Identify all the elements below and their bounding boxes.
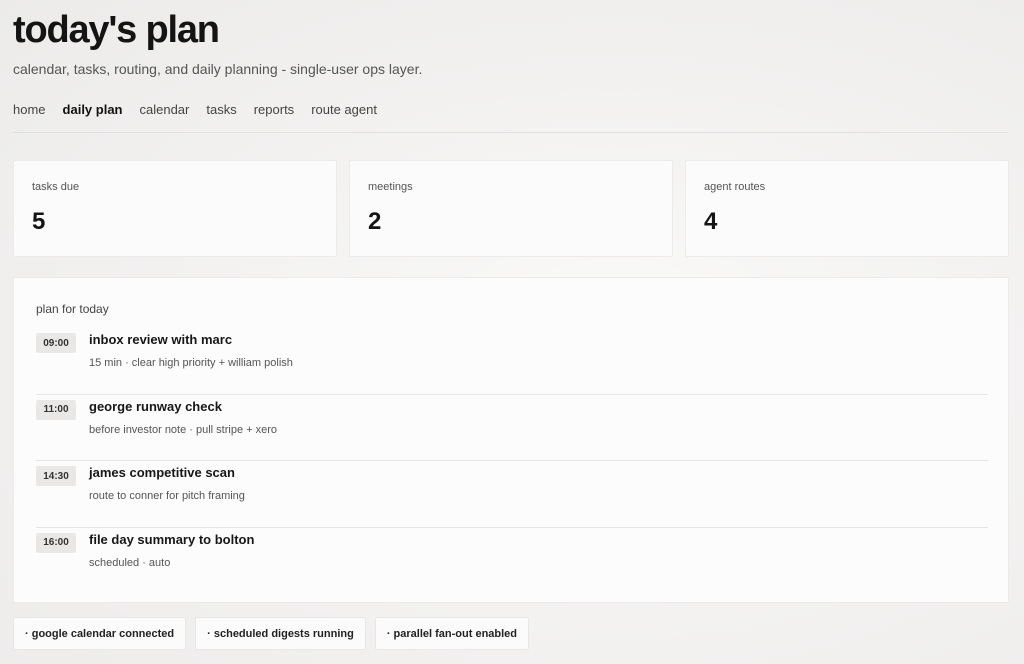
plan-item[interactable]: 11:00 george runway check before investo… [36,395,988,461]
header-divider [13,132,1008,133]
nav-item-reports[interactable]: reports [254,102,294,117]
time-badge: 16:00 [36,532,76,553]
stat-label: tasks due [32,181,80,193]
plan-item-title: inbox review with marc [89,332,233,347]
stat-card-meetings: meetings 2 [349,160,673,257]
stat-card-agent-routes: agent routes 4 [685,160,1009,257]
stats-row: tasks due 5 meetings 2 agent routes 4 [13,160,1009,257]
plan-item[interactable]: 16:00 file day summary to bolton schedul… [36,528,988,595]
plan-item-detail: scheduled · auto [89,556,171,569]
plan-list: 09:00 inbox review with marc 15 min · cl… [36,328,988,594]
status-chip-digests: · scheduled digests running [195,617,366,650]
plan-item-detail: route to conner for pitch framing [89,490,245,502]
plan-item-detail: 15 min · clear high priority + william p… [89,357,293,369]
stat-label: agent routes [704,181,766,193]
page-title: today's plan [13,9,220,51]
main-nav: home daily plan calendar tasks reports r… [13,102,377,117]
stat-value: 2 [368,208,382,235]
plan-item[interactable]: 09:00 inbox review with marc 15 min · cl… [36,328,988,395]
nav-item-calendar[interactable]: calendar [140,102,190,117]
nav-item-tasks[interactable]: tasks [206,102,236,117]
nav-item-route-agent[interactable]: route agent [311,102,377,117]
status-chip-fan-out: · parallel fan-out enabled [374,617,530,650]
plan-item-title: file day summary to bolton [89,531,255,547]
plan-item-title: james competitive scan [89,465,235,480]
page-subtitle: calendar, tasks, routing, and daily plan… [13,61,423,77]
plan-item-title: george runway check [89,398,222,414]
nav-item-home[interactable]: home [13,102,46,117]
plan-title: plan for today [36,302,109,316]
stat-value: 4 [704,208,718,235]
status-chip-calendar: · google calendar connected [13,617,187,650]
plan-item-detail: before investor note · pull stripe + xer… [89,423,278,436]
time-badge: 14:30 [36,466,76,486]
time-badge: 09:00 [36,333,76,353]
plan-card: plan for today 09:00 inbox review with m… [13,277,1009,603]
stat-label: meetings [368,181,413,193]
status-chips: · google calendar connected · scheduled … [13,617,530,650]
nav-item-daily-plan[interactable]: daily plan [63,102,123,117]
plan-item[interactable]: 14:30 james competitive scan route to co… [36,461,988,528]
time-badge: 11:00 [36,399,76,420]
stat-card-tasks-due: tasks due 5 [13,160,337,257]
stat-value: 5 [32,208,46,235]
